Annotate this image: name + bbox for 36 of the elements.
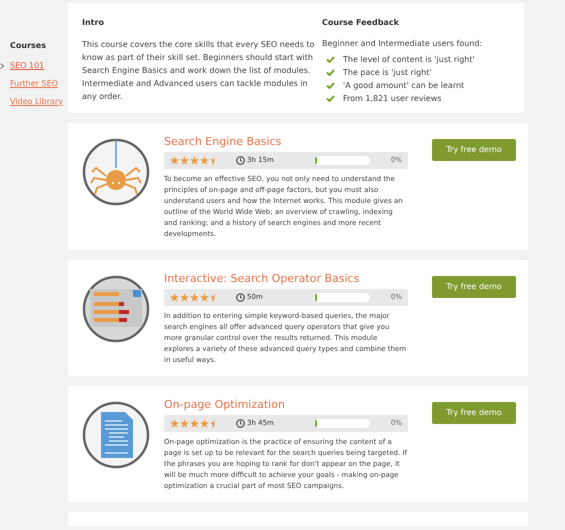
module-title[interactable]: Search Engine Basics (164, 135, 408, 149)
feedback-item: The level of content is 'just right' (343, 54, 475, 66)
star-icon (200, 419, 209, 428)
sidebar-link[interactable]: Video Library (10, 96, 63, 108)
module-title[interactable]: Interactive: Search Operator Basics (164, 272, 408, 286)
star-icon (180, 156, 189, 165)
try-demo-button[interactable]: Try free demo (432, 139, 516, 161)
try-demo-button[interactable]: Try free demo (432, 276, 516, 298)
section-heading: Course Feedback (322, 17, 400, 29)
feedback-item: 'A good amount' can be learnt (343, 80, 464, 92)
intro-text: This course covers the core skills that every SEO needs to know as part of their skill set. Beginners should start with Search Engine Basics and work down the list of modules. Intermediate and Advanced users can tackle modules in any order. (82, 39, 316, 103)
star-icon (180, 293, 189, 302)
clock-icon (236, 419, 245, 428)
try-demo-button[interactable]: Try free demo (432, 402, 516, 424)
feedback-lead: Beginner and Intermediate users found: (322, 38, 482, 50)
star-icon (170, 156, 179, 165)
star-icon (200, 156, 209, 165)
feedback-item: From 1,821 user reviews (343, 92, 442, 104)
clock-icon (236, 156, 245, 165)
star-icon (170, 293, 179, 302)
sidebar-link[interactable]: Further SEO (10, 78, 58, 90)
spider-icon (82, 138, 150, 206)
star-icon (190, 156, 199, 165)
document-icon (82, 401, 150, 469)
section-heading: Intro (82, 17, 105, 29)
clock-icon (236, 293, 245, 302)
star-icon (170, 419, 179, 428)
module-title[interactable]: On-page Optimization (164, 398, 408, 412)
sidebar-link[interactable]: SEO 101 (10, 60, 44, 72)
star-icon (190, 419, 199, 428)
star-icon (200, 293, 209, 302)
sidebar-heading: Courses (9, 40, 47, 52)
search-results-icon (82, 275, 150, 343)
star-icon (190, 293, 199, 302)
feedback-item: The pace is 'just right' (343, 66, 432, 78)
star-icon (180, 419, 189, 428)
